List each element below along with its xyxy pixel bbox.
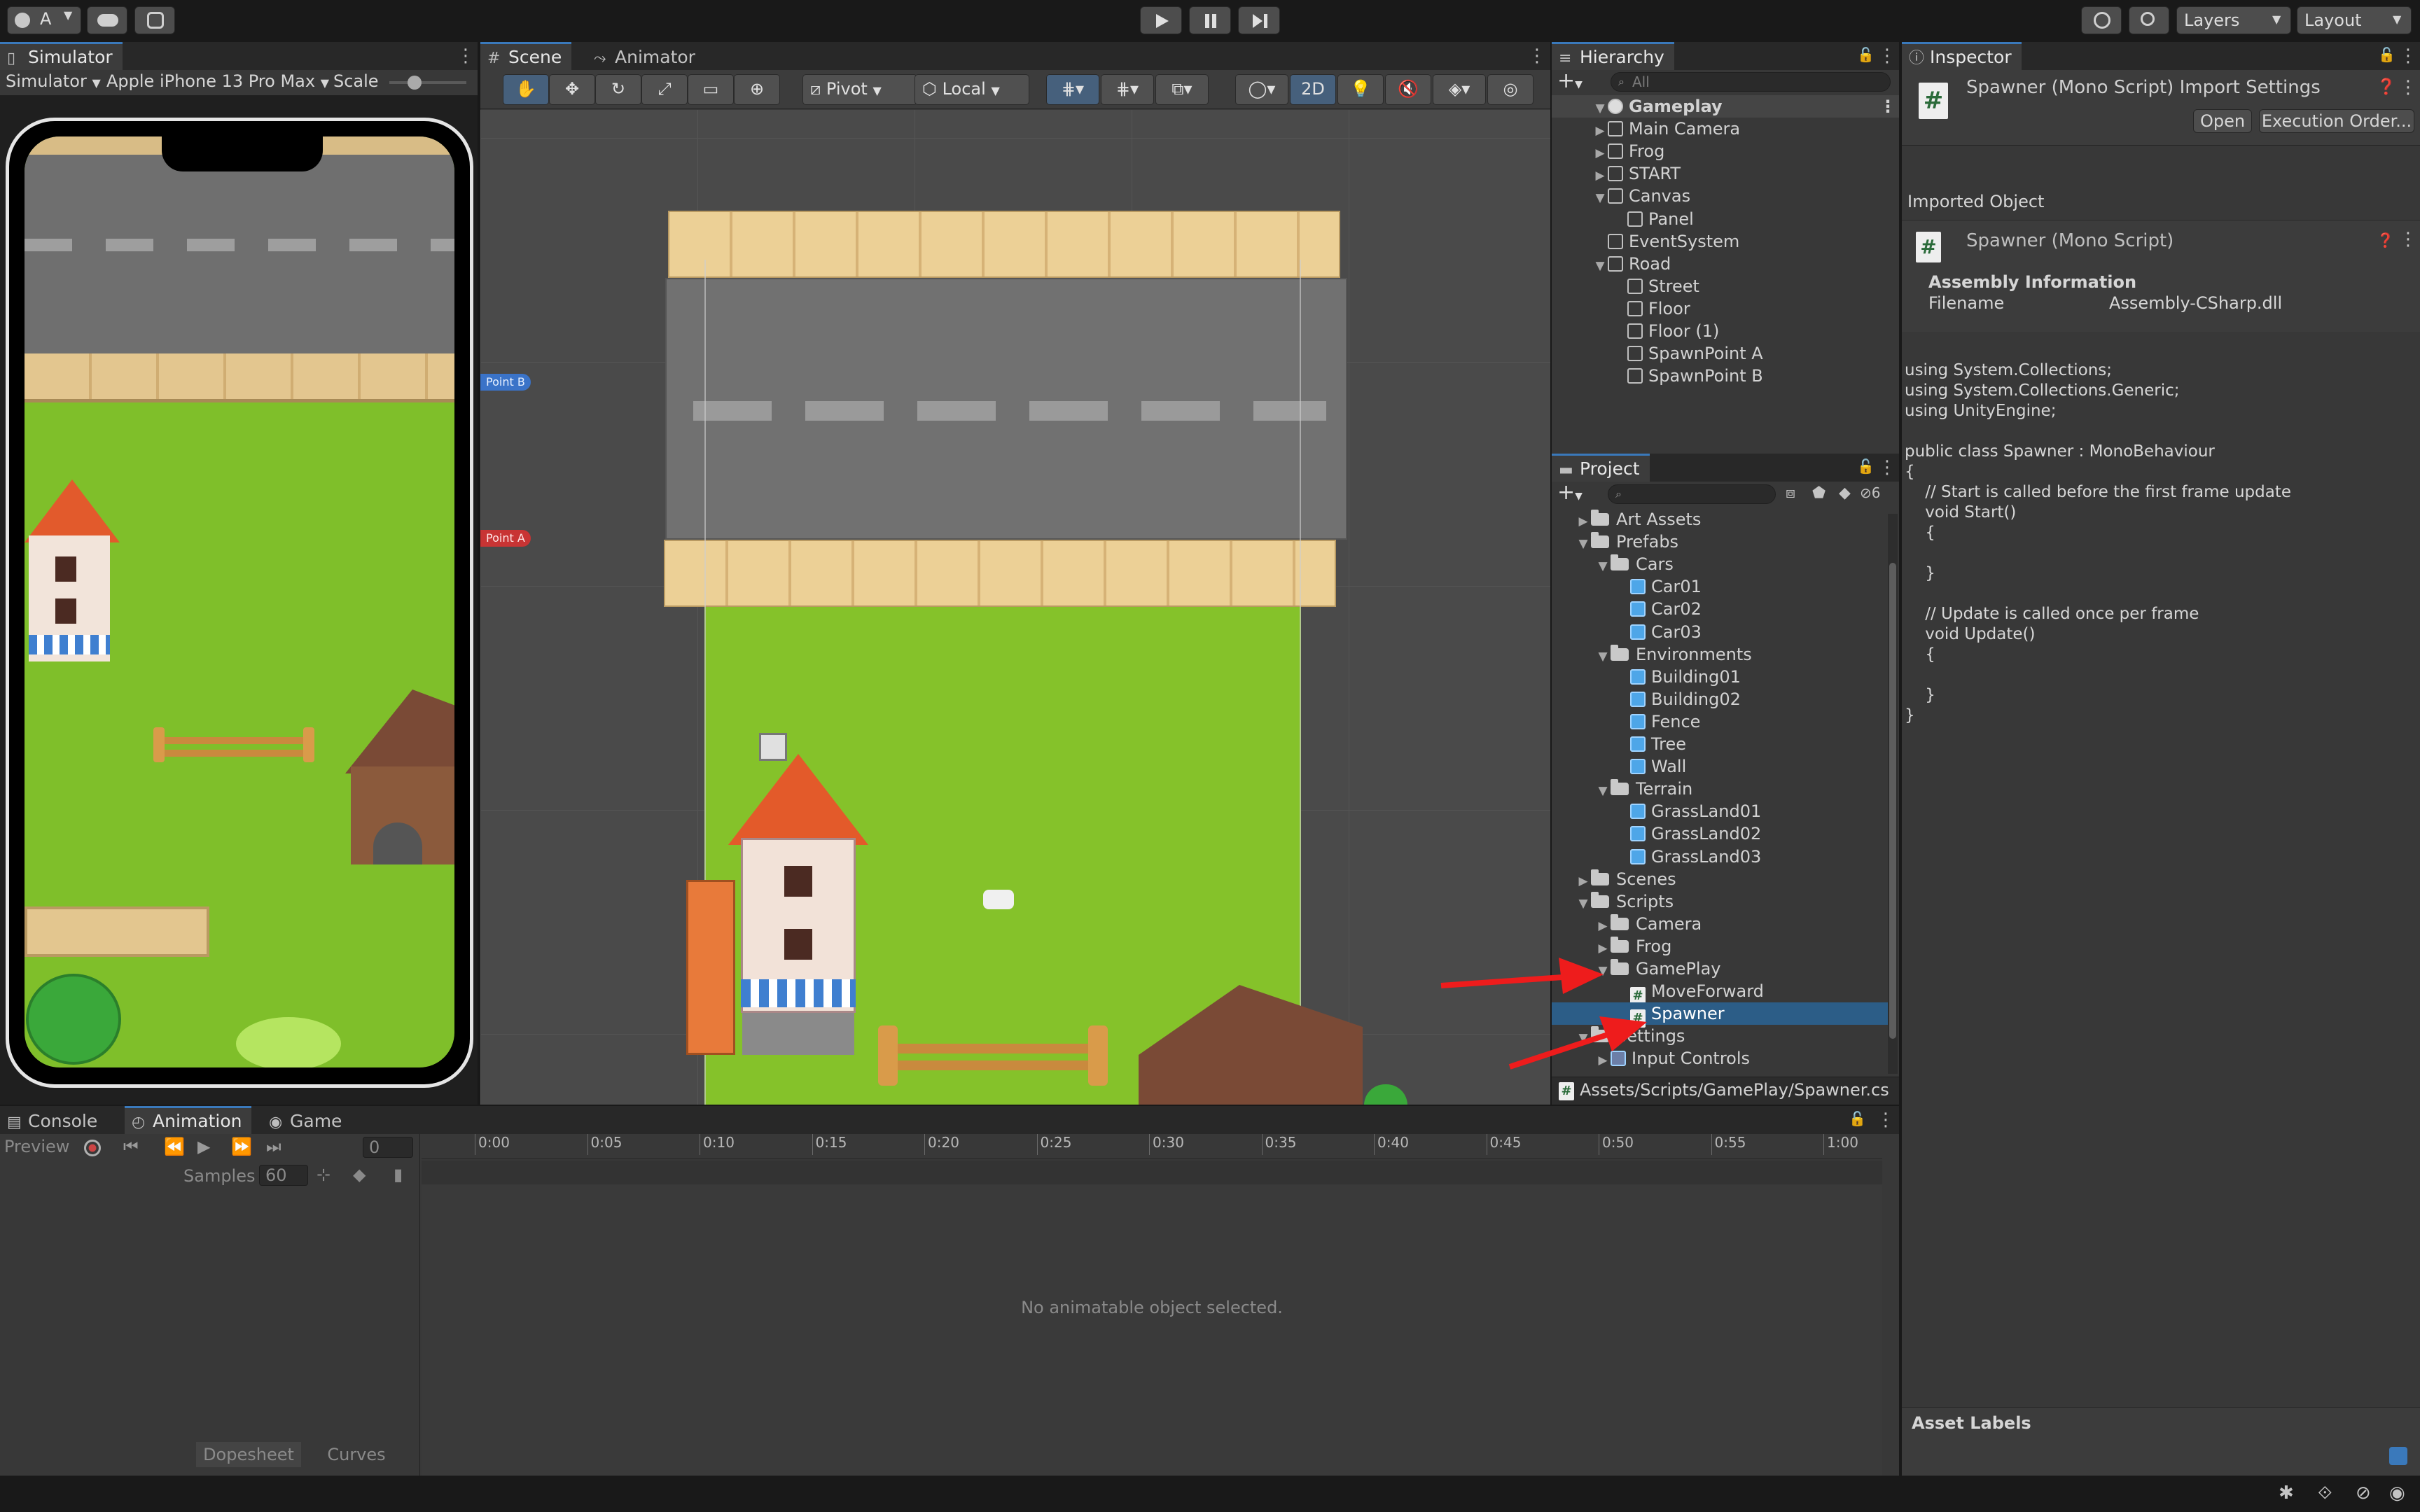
arrow-to-gameplay <box>1440 958 1604 994</box>
annotation-arrows <box>1440 958 1647 1070</box>
arrow-to-spawner <box>1508 1016 1647 1070</box>
